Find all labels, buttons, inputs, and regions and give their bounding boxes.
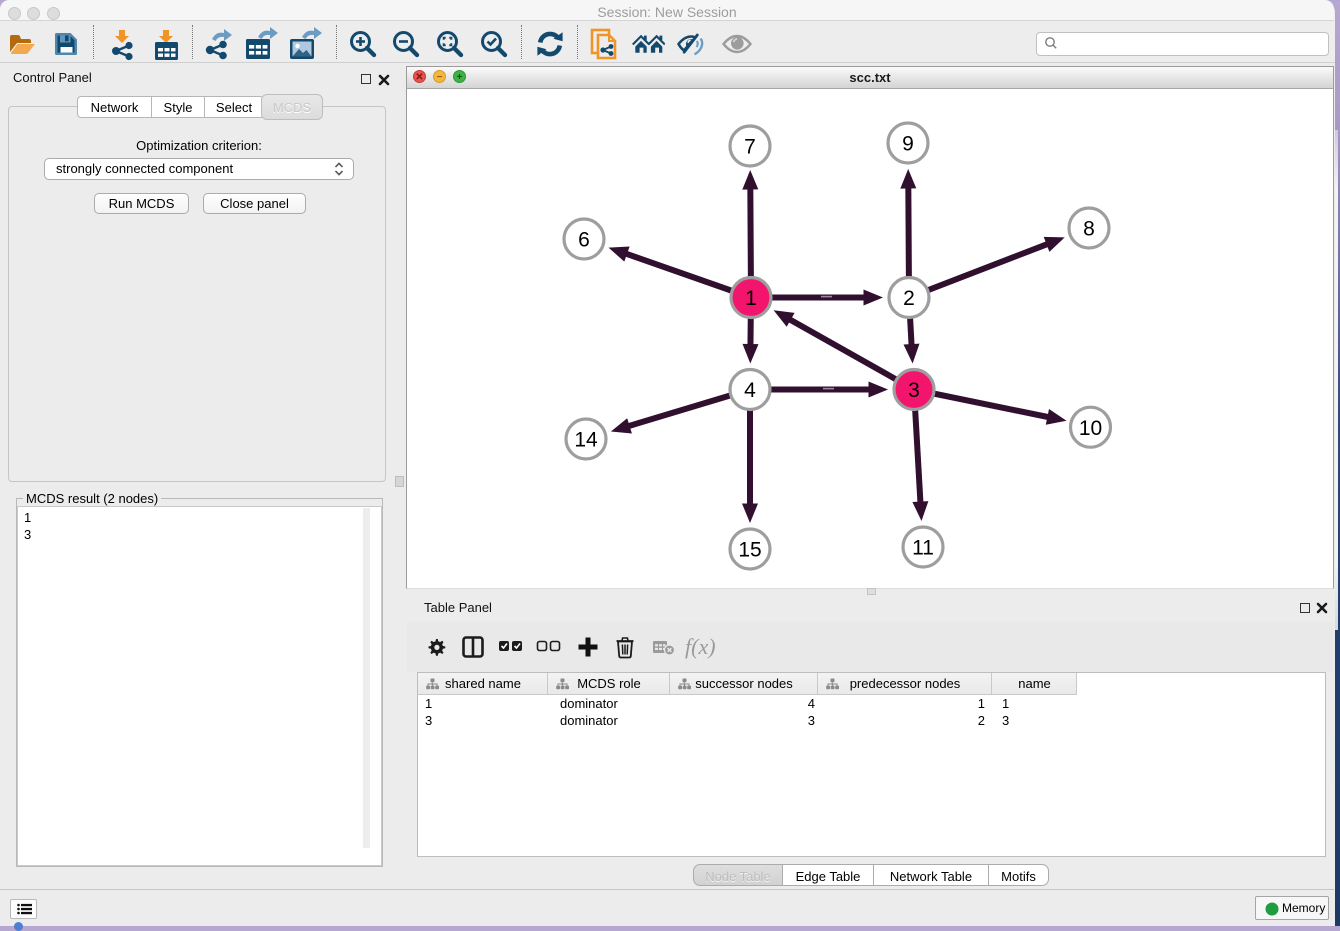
svg-text:14: 14 [574, 429, 598, 452]
svg-text:6: 6 [578, 229, 590, 252]
svg-text:8: 8 [1083, 218, 1095, 241]
svg-text:7: 7 [744, 136, 756, 159]
svg-text:3: 3 [908, 379, 920, 402]
svg-text:4: 4 [744, 379, 756, 402]
svg-text:1: 1 [745, 287, 757, 310]
svg-text:10: 10 [1079, 417, 1102, 440]
svg-text:11: 11 [912, 537, 934, 560]
svg-text:15: 15 [738, 539, 761, 562]
svg-text:9: 9 [902, 133, 914, 156]
svg-text:2: 2 [903, 287, 915, 310]
